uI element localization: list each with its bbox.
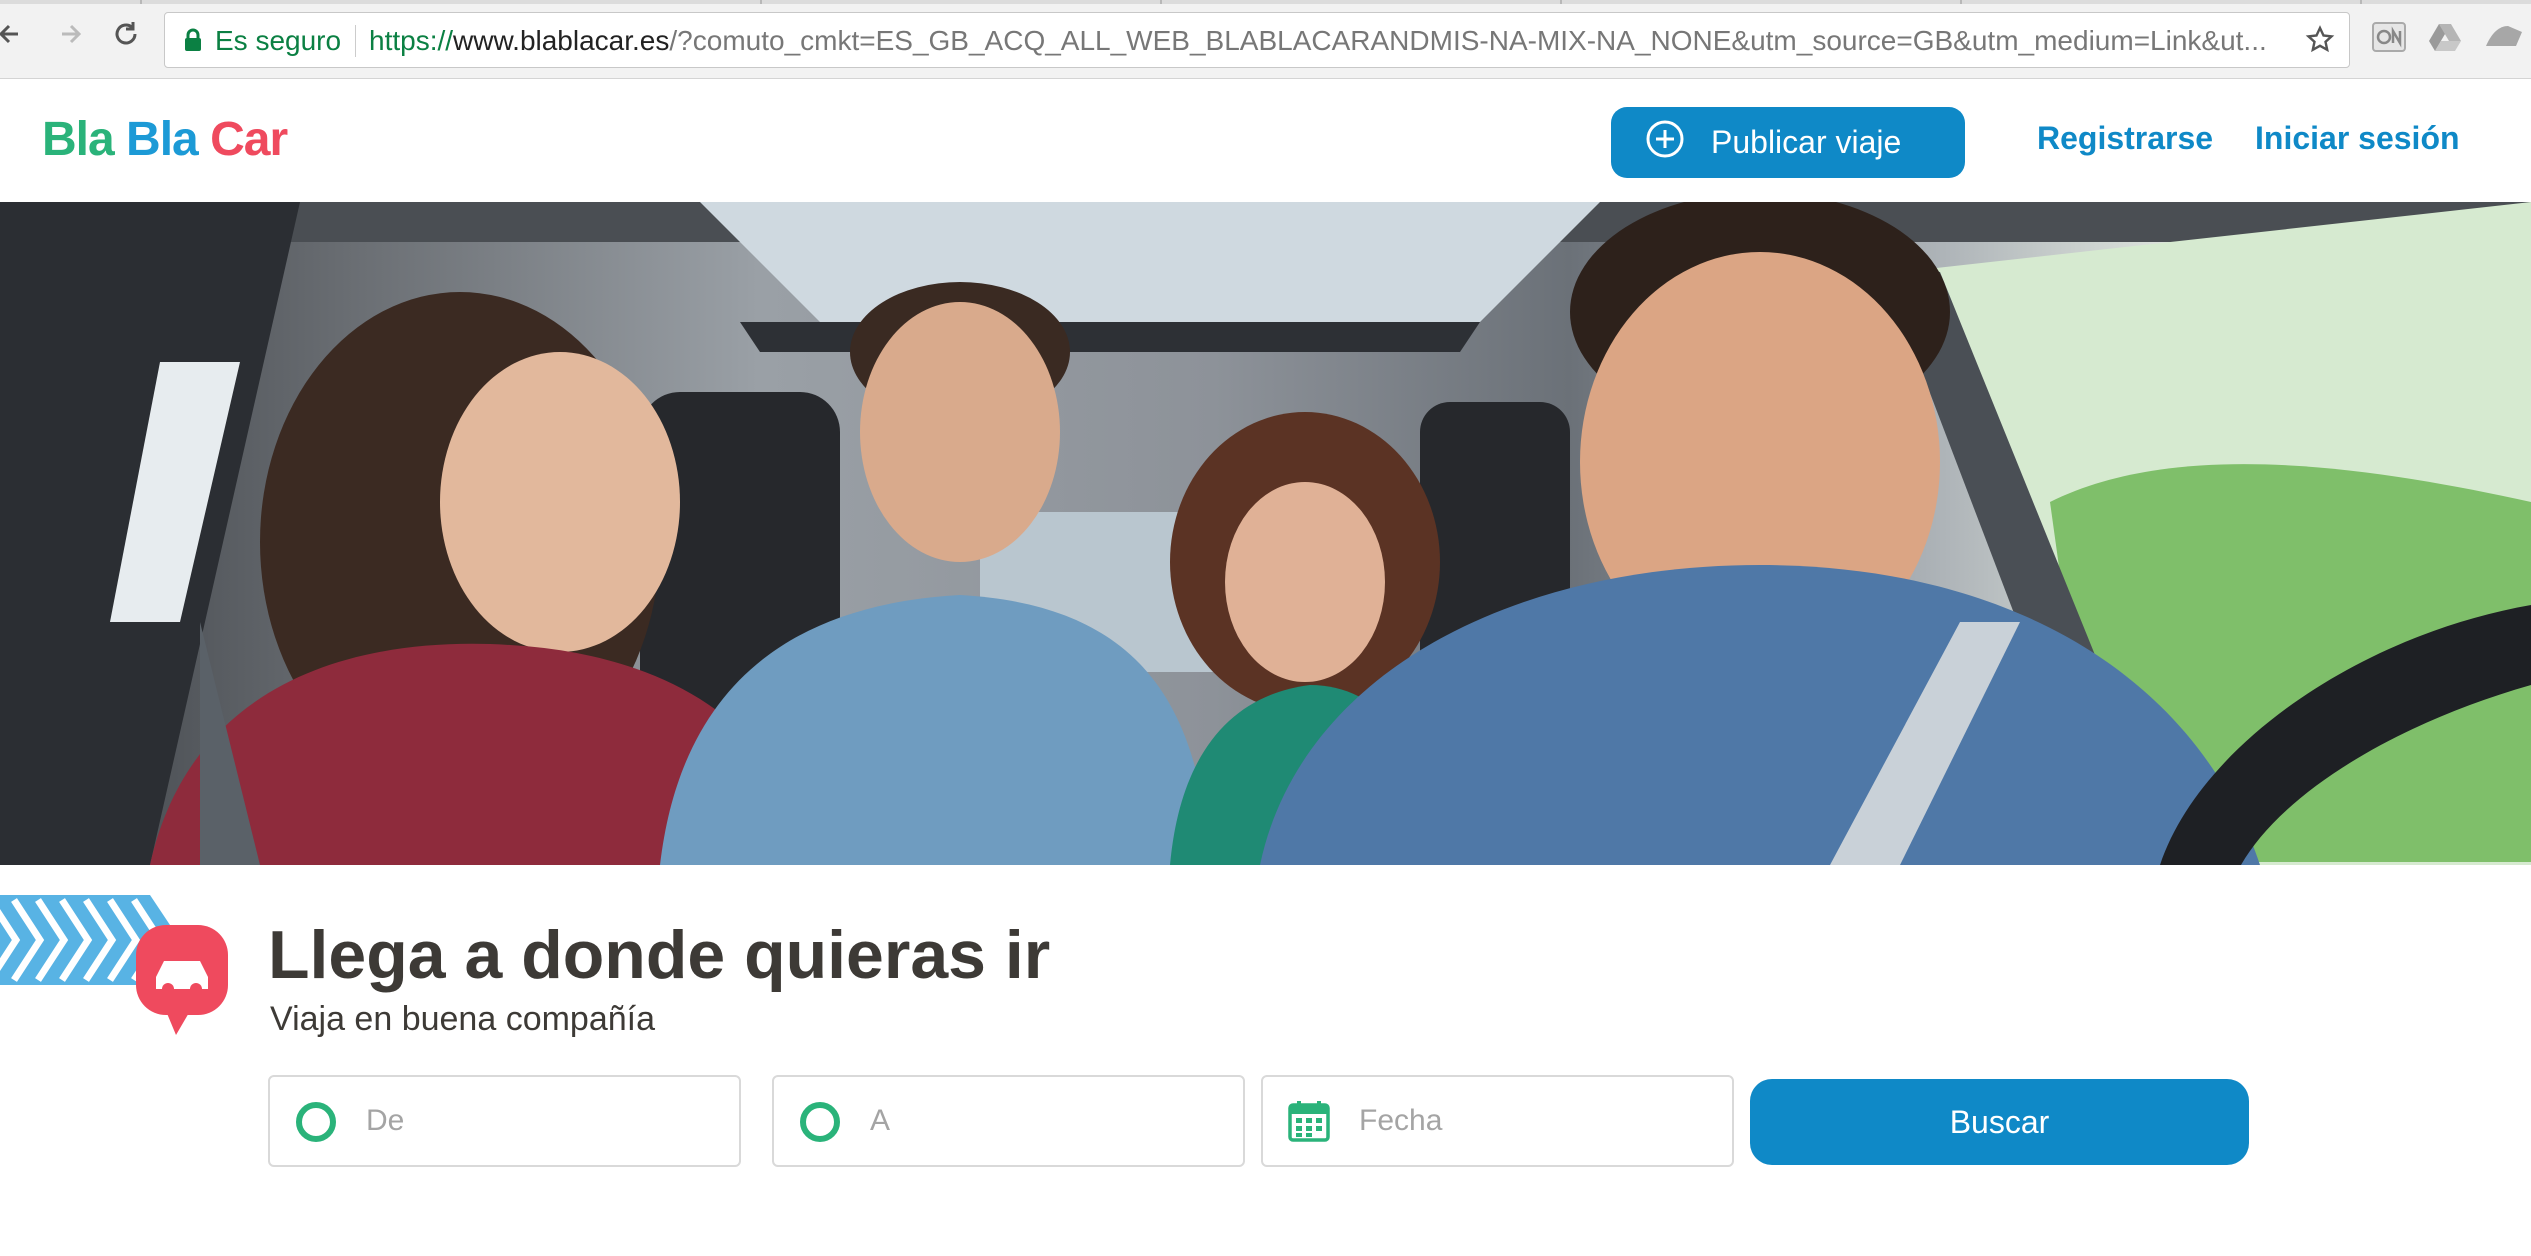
browser-toolbar: Es seguro https://www.blablacar.es/?comu…: [0, 0, 2531, 79]
url-path: /?comuto_cmkt=ES_GB_ACQ_ALL_WEB_BLABLACA…: [669, 25, 2267, 56]
drive-icon[interactable]: [2428, 22, 2462, 57]
logo-part-car: Car: [210, 113, 288, 166]
from-placeholder: De: [366, 1104, 405, 1137]
plus-circle-icon: [1645, 119, 1685, 167]
logo-part-bla-2: Bla: [126, 113, 199, 166]
forward-icon[interactable]: [52, 16, 88, 52]
date-field[interactable]: Fecha: [1261, 1075, 1734, 1167]
blablacar-logo[interactable]: Bla Bla Car: [42, 112, 288, 167]
url-scheme: https://: [369, 25, 454, 56]
date-placeholder: Fecha: [1359, 1104, 1443, 1137]
to-field[interactable]: A: [772, 1075, 1245, 1167]
security-label: Es seguro: [215, 25, 342, 56]
origin-circle-icon: [296, 1102, 336, 1142]
url-text[interactable]: https://www.blablacar.es/?comuto_cmkt=ES…: [369, 25, 2269, 57]
register-link[interactable]: Registrarse: [2037, 120, 2213, 157]
from-field[interactable]: De: [268, 1075, 741, 1167]
search-button[interactable]: Buscar: [1750, 1079, 2249, 1165]
url-host: www.blablacar.es: [453, 25, 670, 56]
to-placeholder: A: [870, 1104, 891, 1137]
calendar-icon: [1287, 1099, 1331, 1148]
address-bar[interactable]: Es seguro https://www.blablacar.es/?comu…: [164, 12, 2350, 68]
car-bubble-icon: [136, 925, 228, 1040]
extension-on-icon[interactable]: [2372, 22, 2406, 57]
logo-part-bla-1: Bla: [42, 113, 115, 166]
destination-circle-icon: [800, 1102, 840, 1142]
extension-icon[interactable]: [2484, 22, 2524, 57]
page-subtitle: Viaja en buena compañía: [270, 1000, 656, 1038]
publish-trip-button[interactable]: Publicar viaje: [1611, 107, 1965, 178]
bookmark-star-icon[interactable]: [2305, 25, 2335, 60]
login-link[interactable]: Iniciar sesión: [2255, 120, 2460, 157]
tab-strip: [0, 0, 2531, 4]
publish-trip-label: Publicar viaje: [1711, 124, 1902, 160]
lock-icon: [183, 28, 203, 57]
back-icon[interactable]: [0, 16, 28, 52]
address-divider: [355, 25, 356, 57]
hero-image: [0, 202, 2531, 865]
reload-icon[interactable]: [108, 16, 144, 52]
page-title: Llega a donde quieras ir: [268, 917, 1051, 993]
